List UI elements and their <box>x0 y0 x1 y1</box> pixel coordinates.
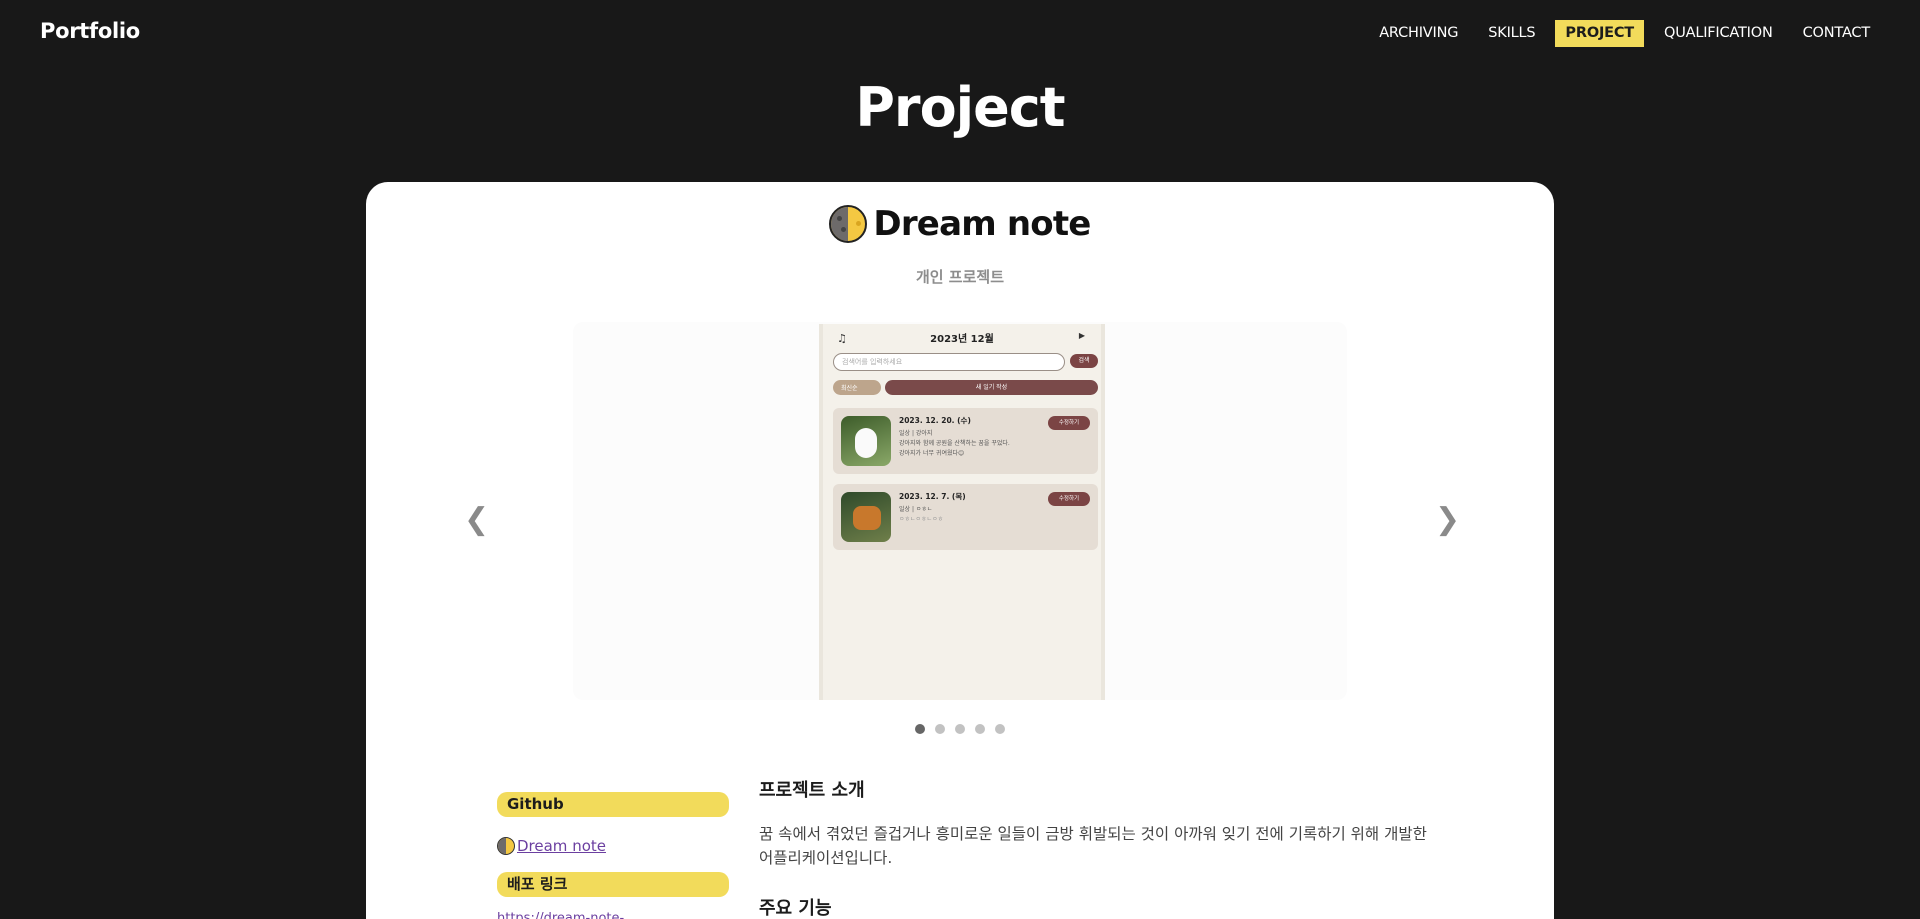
intro-text: 꿈 속에서 겪었던 즐겁거나 흥미로운 일들이 금방 휘발되는 것이 아까워 잊… <box>759 825 1427 867</box>
preview-entry: 2023. 12. 20. (수) 일상 | 강아지 강아지와 함께 공원을 산… <box>833 408 1098 474</box>
project-description: 프로젝트 소개 꿈 속에서 겪었던 즐겁거나 흥미로운 일들이 금방 휘발되는 … <box>759 776 1439 919</box>
preview-edit-button: 수정하기 <box>1048 492 1090 506</box>
preview-entry-line: ㅇㅎㄴㅇㅎㄴㅇㅎ <box>899 516 944 523</box>
brand-logo[interactable]: Portfolio <box>40 19 140 43</box>
moon-icon <box>497 837 515 855</box>
nav-item-skills[interactable]: SKILLS <box>1478 20 1545 47</box>
preview-entry-line: 일상 | ㅇㅎㄴ <box>899 506 933 513</box>
github-label: Github <box>497 792 729 817</box>
project-card: Dream note 개인 프로젝트 ❮ ❯ ♫ 2023년 12월 ▶ 검색어… <box>366 182 1554 919</box>
preview-next-icon: ▶ <box>1078 331 1085 340</box>
nav-item-project[interactable]: PROJECT <box>1555 20 1644 47</box>
preview-entry-date: 2023. 12. 7. (목) <box>899 492 966 501</box>
preview-sort-select: 최신순 <box>833 380 881 395</box>
preview-month: 2023년 12월 <box>930 334 994 345</box>
deploy-link[interactable]: https://dream-note-2023.vercel.app <box>497 911 729 919</box>
moon-icon <box>829 205 868 243</box>
preview-entry-date: 2023. 12. 20. (수) <box>899 416 971 425</box>
nav-item-archiving[interactable]: ARCHIVING <box>1369 20 1468 47</box>
chevron-right-icon[interactable]: ❯ <box>1435 505 1460 535</box>
pagination-dot[interactable] <box>915 724 925 734</box>
page-title: Project <box>855 76 1065 139</box>
project-title: Dream note <box>366 204 1554 244</box>
preview-thumb <box>841 416 891 466</box>
project-links: Github Dream note 배포 링크 https://dream-no… <box>497 792 729 919</box>
preview-search-button: 검색 <box>1070 354 1098 368</box>
preview-edit-button: 수정하기 <box>1048 416 1090 430</box>
preview-thumb <box>841 492 891 542</box>
preview-entry-line: 일상 | 강아지 <box>899 430 933 437</box>
preview-entry: 2023. 12. 7. (목) 일상 | ㅇㅎㄴ ㅇㅎㄴㅇㅎㄴㅇㅎ 수정하기 <box>833 484 1098 550</box>
features-heading: 주요 기능 <box>759 898 832 919</box>
top-navbar: Portfolio ARCHIVING SKILLS PROJECT QUALI… <box>0 0 1920 66</box>
project-subtitle: 개인 프로젝트 <box>915 268 1005 286</box>
nav-menu: ARCHIVING SKILLS PROJECT QUALIFICATION C… <box>1359 20 1880 47</box>
preview-entry-line: 강아지가 너무 귀여웠다😊 <box>899 450 965 457</box>
preview-search-input: 검색어를 입력하세요 <box>833 353 1065 371</box>
project-title-text: Dream note <box>873 204 1091 244</box>
pagination-dot[interactable] <box>975 724 985 734</box>
github-link[interactable]: Dream note <box>517 837 606 855</box>
nav-item-contact[interactable]: CONTACT <box>1793 20 1880 47</box>
nav-item-qualification[interactable]: QUALIFICATION <box>1654 20 1783 47</box>
deploy-label: 배포 링크 <box>497 872 729 897</box>
preview-new-button: 새 일기 작성 <box>885 380 1098 395</box>
pagination-dot[interactable] <box>995 724 1005 734</box>
slide-preview-image: ♫ 2023년 12월 ▶ 검색어를 입력하세요 검색 최신순 새 일기 작성 … <box>819 324 1105 700</box>
github-link-row: Dream note <box>497 834 729 858</box>
slider-pagination <box>366 724 1554 734</box>
chevron-left-icon[interactable]: ❮ <box>464 505 489 535</box>
preview-entry-line: 강아지와 함께 공원을 산책하는 꿈을 꾸었다. <box>899 440 1010 447</box>
intro-heading: 프로젝트 소개 <box>759 780 865 801</box>
pagination-dot[interactable] <box>935 724 945 734</box>
pagination-dot[interactable] <box>955 724 965 734</box>
